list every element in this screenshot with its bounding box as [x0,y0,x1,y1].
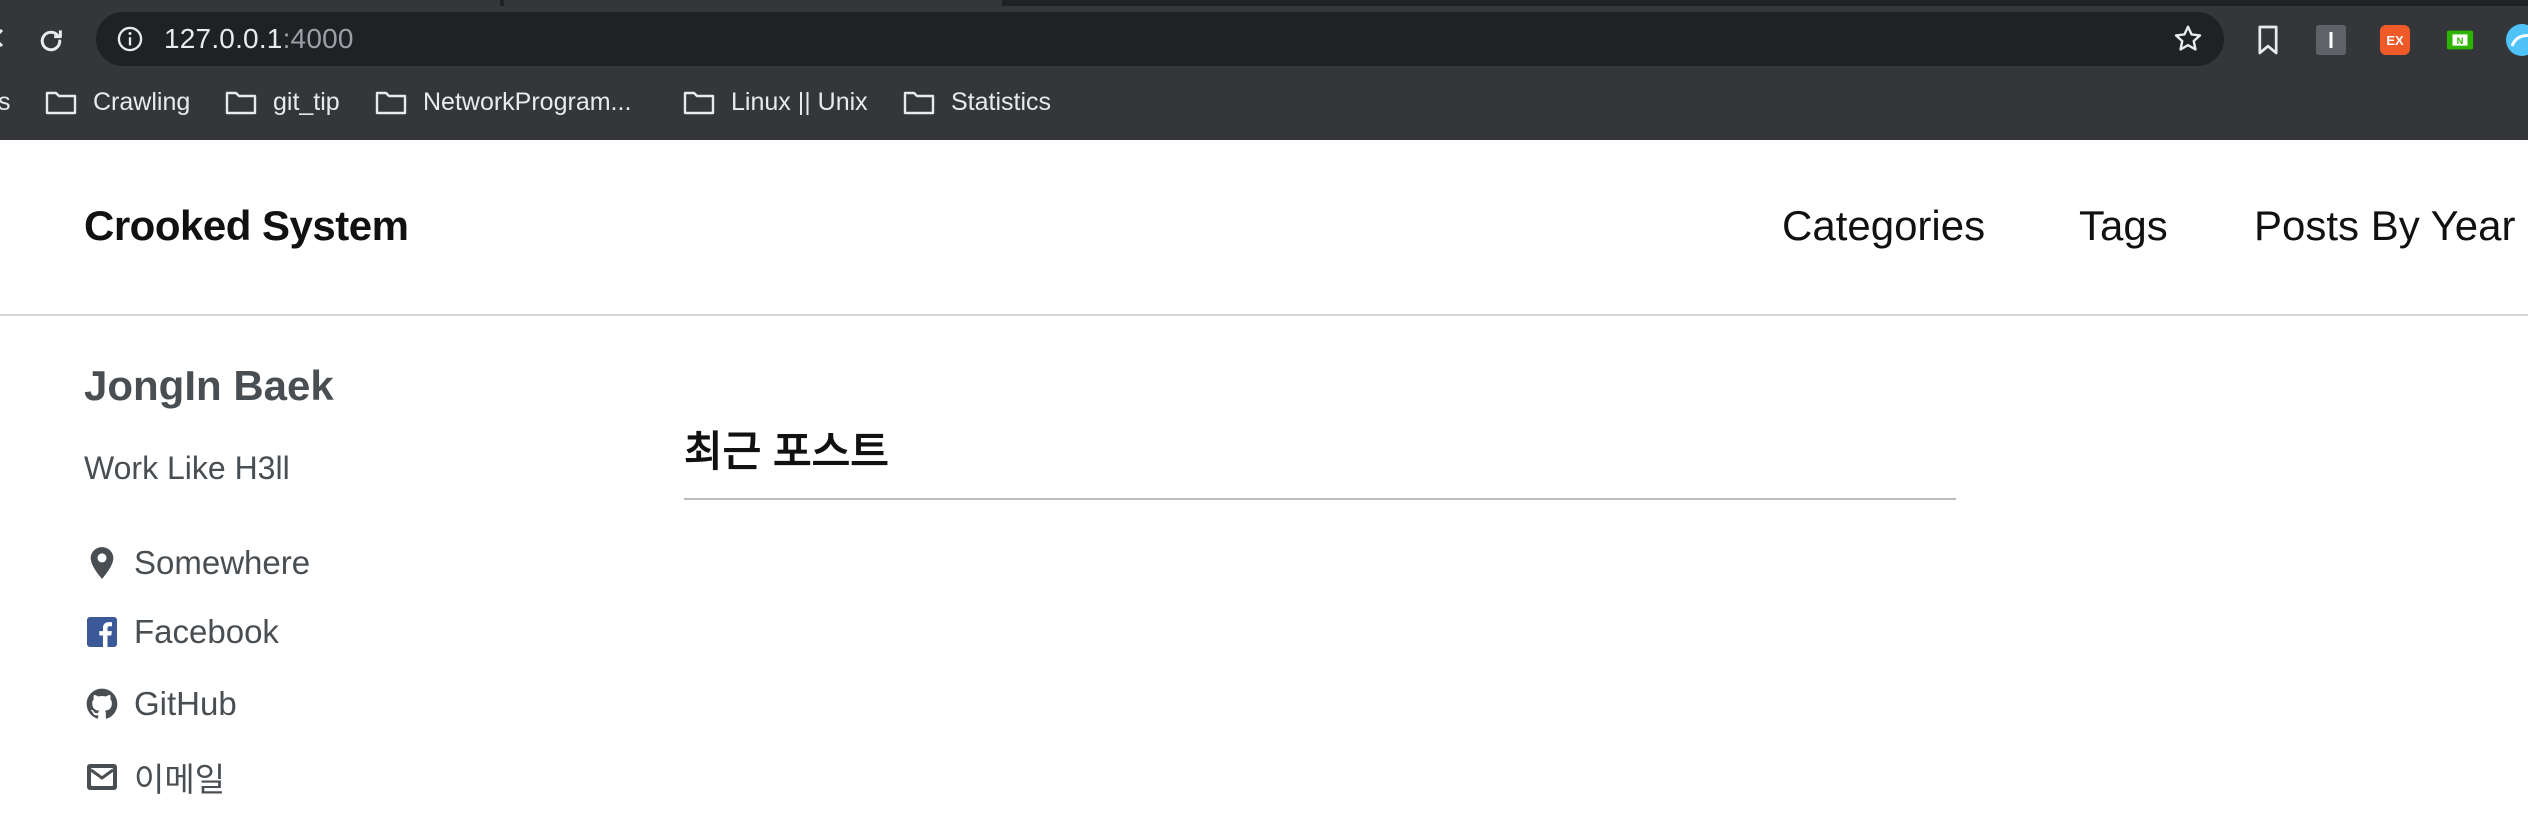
nav-link-categories[interactable]: Categories [1782,202,1985,250]
bookmark-folder-linux-unix[interactable]: Linux || Unix [683,76,868,128]
reload-icon[interactable] [34,24,68,58]
bookmark-label: Linux || Unix [731,87,868,116]
nav-link-tags[interactable]: Tags [2079,202,2168,250]
bookmark-folder-statistics[interactable]: Statistics [903,76,1051,128]
svg-text:EX: EX [2386,33,2404,48]
author-bio: Work Like H3ll [84,450,290,486]
bookmark-label: s [0,87,11,116]
nav-link-posts-by-year[interactable]: Posts By Year [2254,202,2516,250]
facebook-icon [84,614,120,650]
bookmark-folder-git-tip[interactable]: git_tip [225,76,340,128]
bookmarks-bar: s Crawling git_tip NetworkProgram... Lin… [0,76,2528,128]
bookmark-folder-crawling[interactable]: Crawling [45,76,190,128]
folder-icon [375,91,407,115]
author-location-label: Somewhere [134,544,311,581]
author-github-link[interactable]: GitHub [84,684,237,724]
author-email-label: 이메일 [134,761,226,798]
author-github-label: GitHub [134,685,237,722]
bookmark-label: NetworkProgram... [423,87,632,116]
site-title-link[interactable]: Crooked System [84,202,409,250]
github-icon [84,686,120,722]
recent-posts-heading: 최근 포스트 [684,418,1956,500]
bookmark-star-icon[interactable] [2172,23,2204,55]
profile-avatar-icon[interactable] [2504,22,2528,58]
bookmark-label: git_tip [273,87,340,116]
site-info-icon[interactable] [116,25,144,53]
folder-icon [903,91,935,115]
extension-ex-icon[interactable]: EX [2377,22,2413,58]
svg-text:N: N [2457,36,2464,46]
url-port: :4000 [282,23,354,54]
author-facebook-label: Facebook [134,613,279,650]
main-content: 최근 포스트 [684,418,1956,500]
extension-i-icon[interactable] [2313,22,2349,58]
bookmark-label: Crawling [93,87,191,116]
bookmark-item[interactable]: s [0,76,11,128]
masthead: Crooked System Categories Tags Posts By … [0,140,2528,316]
author-email-link[interactable]: 이메일 [84,757,225,798]
browser-chrome: 127.0.0.1:4000 EX N s Crawling git_tip N… [0,0,2528,140]
url-text[interactable]: 127.0.0.1:4000 [164,12,354,66]
bookmark-manager-icon[interactable] [2250,22,2286,58]
browser-toolbar: 127.0.0.1:4000 EX N [0,6,2528,72]
author-location: Somewhere [84,543,310,583]
author-facebook-link[interactable]: Facebook [84,612,279,652]
folder-icon [45,91,77,115]
map-marker-icon [84,545,120,581]
extension-n-icon[interactable]: N [2442,22,2478,58]
back-icon[interactable] [0,26,10,50]
bookmark-label: Statistics [951,87,1052,116]
web-page: Crooked System Categories Tags Posts By … [0,140,2528,836]
email-icon [84,759,120,795]
folder-icon [683,91,715,115]
url-host: 127.0.0.1 [164,23,283,54]
folder-icon [225,91,257,115]
address-bar[interactable]: 127.0.0.1:4000 [96,12,2224,66]
author-name: JongIn Baek [84,362,334,409]
bookmark-folder-networkprogram[interactable]: NetworkProgram... [375,76,631,128]
